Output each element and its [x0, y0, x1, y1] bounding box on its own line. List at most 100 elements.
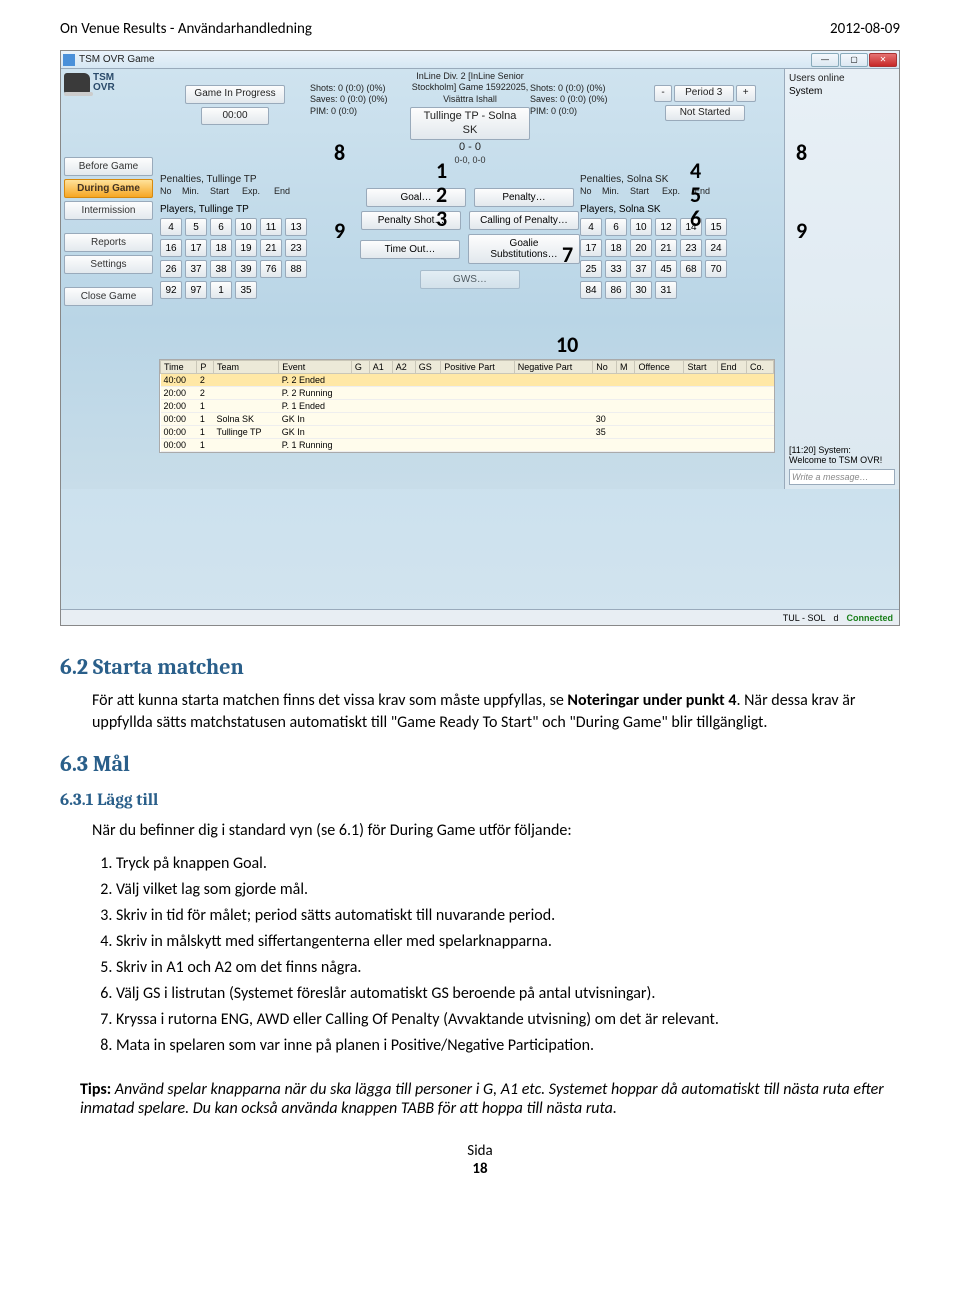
event-log-col: A2 — [392, 361, 415, 374]
player-number-button[interactable]: 68 — [680, 260, 702, 278]
maximize-button[interactable]: ▢ — [840, 53, 868, 67]
event-log-row[interactable]: 20:002P. 2 Running — [161, 387, 774, 400]
penalty-shot-button[interactable]: Penalty Shot… — [361, 211, 461, 230]
player-number-button[interactable]: 23 — [285, 239, 307, 257]
player-number-button[interactable]: 18 — [210, 239, 232, 257]
player-number-button[interactable]: 12 — [655, 218, 677, 236]
player-number-button[interactable]: 76 — [260, 260, 282, 278]
player-number-button[interactable]: 21 — [260, 239, 282, 257]
timeout-button[interactable]: Time Out… — [360, 240, 460, 259]
annotation-10: 10 — [556, 331, 578, 358]
event-log-col: Event — [279, 361, 352, 374]
player-number-button[interactable]: 19 — [235, 239, 257, 257]
saves-away: Saves: 0 (0:0) (0%) — [530, 94, 630, 105]
doc-header-right: 2012-08-09 — [830, 20, 900, 38]
event-log-col: End — [717, 361, 746, 374]
event-log-row[interactable]: 00:001Solna SKGK In30 — [161, 413, 774, 426]
player-number-button[interactable]: 24 — [705, 239, 727, 257]
player-number-button[interactable]: 31 — [655, 281, 677, 299]
player-number-button[interactable]: 86 — [605, 281, 627, 299]
player-number-button[interactable]: 13 — [285, 218, 307, 236]
player-number-button[interactable]: 1 — [210, 281, 232, 299]
game-clock-button[interactable]: 00:00 — [201, 107, 268, 126]
period-prev-button[interactable]: - — [654, 85, 671, 102]
para-6-3-1-intro: När du befinner dig i standard vyn (se 6… — [92, 820, 900, 842]
player-number-button[interactable]: 23 — [680, 239, 702, 257]
not-started-button[interactable]: Not Started — [665, 105, 745, 122]
player-number-button[interactable]: 11 — [260, 218, 282, 236]
player-number-button[interactable]: 38 — [210, 260, 232, 278]
event-log-col: Negative Part — [514, 361, 593, 374]
game-status-button[interactable]: Game In Progress — [185, 85, 284, 104]
message-input[interactable]: Write a message… — [789, 469, 895, 485]
goalie-sub-button[interactable]: Goalie Substitutions… — [468, 234, 580, 264]
player-number-button[interactable]: 16 — [160, 239, 182, 257]
heading-6-3-1: 6.3.1 Lägg till — [60, 791, 900, 810]
event-log-row[interactable]: 20:001P. 1 Ended — [161, 400, 774, 413]
nav-close-game[interactable]: Close Game — [64, 287, 153, 306]
player-number-button[interactable]: 84 — [580, 281, 602, 299]
window-controls: — ▢ ✕ — [810, 53, 897, 67]
goal-button[interactable]: Goal… — [366, 188, 466, 207]
player-number-button[interactable]: 21 — [655, 239, 677, 257]
player-number-button[interactable]: 14 — [680, 218, 702, 236]
event-log-col: M — [616, 361, 635, 374]
player-number-button[interactable]: 20 — [630, 239, 652, 257]
event-log-row[interactable]: 00:001P. 1 Running — [161, 439, 774, 452]
player-number-button[interactable]: 39 — [235, 260, 257, 278]
player-number-button[interactable]: 18 — [605, 239, 627, 257]
player-number-button[interactable]: 10 — [630, 218, 652, 236]
player-number-button[interactable]: 17 — [185, 239, 207, 257]
calling-of-penalty-button[interactable]: Calling of Penalty… — [469, 211, 579, 230]
event-log-col: No — [593, 361, 617, 374]
player-number-button[interactable]: 6 — [210, 218, 232, 236]
event-log-col: Co. — [747, 361, 774, 374]
para-6-2: För att kunna starta matchen finns det v… — [92, 690, 900, 733]
saves-home: Saves: 0 (0:0) (0%) — [310, 94, 410, 105]
player-number-button[interactable]: 37 — [630, 260, 652, 278]
step-4: Skriv in målskytt med siffertangenterna … — [116, 930, 900, 954]
event-log-row[interactable]: 40:002P. 2 Ended — [161, 374, 774, 387]
brand: TSMOVR — [64, 73, 153, 93]
player-number-button[interactable]: 92 — [160, 281, 182, 299]
nav-during-game[interactable]: During Game — [64, 179, 153, 198]
step-8: Mata in spelaren som var inne på planen … — [116, 1034, 900, 1058]
gws-button[interactable]: GWS… — [420, 270, 520, 289]
player-number-button[interactable]: 26 — [160, 260, 182, 278]
player-number-button[interactable]: 45 — [655, 260, 677, 278]
matchup-button[interactable]: Tullinge TP - Solna SK — [410, 107, 530, 141]
heading-6-3: 6.3 Mål — [60, 751, 900, 777]
nav-reports[interactable]: Reports — [64, 233, 153, 252]
player-number-button[interactable]: 33 — [605, 260, 627, 278]
minimize-button[interactable]: — — [811, 53, 839, 67]
system-message-body: Welcome to TSM OVR! — [789, 455, 895, 465]
penalty-button[interactable]: Penalty… — [474, 188, 574, 207]
player-number-button[interactable]: 70 — [705, 260, 727, 278]
player-number-button[interactable]: 4 — [580, 218, 602, 236]
event-log: TimePTeamEventGA1A2GSPositive PartNegati… — [159, 359, 775, 453]
users-online-system: System — [789, 86, 895, 97]
player-number-button[interactable]: 25 — [580, 260, 602, 278]
nav-intermission[interactable]: Intermission — [64, 201, 153, 220]
player-number-button[interactable]: 30 — [630, 281, 652, 299]
period-label-button[interactable]: Period 3 — [674, 85, 734, 102]
player-number-button[interactable]: 88 — [285, 260, 307, 278]
doc-header: On Venue Results - Användarhandledning 2… — [60, 20, 900, 38]
period-next-button[interactable]: + — [736, 85, 756, 102]
close-window-button[interactable]: ✕ — [869, 53, 897, 67]
doc-header-left: On Venue Results - Användarhandledning — [60, 20, 312, 38]
player-number-button[interactable]: 4 — [160, 218, 182, 236]
player-number-button[interactable]: 10 — [235, 218, 257, 236]
player-number-button[interactable]: 15 — [705, 218, 727, 236]
event-log-row[interactable]: 00:001Tullinge TPGK In35 — [161, 426, 774, 439]
player-number-button[interactable]: 6 — [605, 218, 627, 236]
player-number-button[interactable]: 37 — [185, 260, 207, 278]
player-number-button[interactable]: 35 — [235, 281, 257, 299]
event-log-col: GS — [415, 361, 441, 374]
player-number-button[interactable]: 5 — [185, 218, 207, 236]
skate-icon — [64, 73, 90, 93]
nav-before-game[interactable]: Before Game — [64, 157, 153, 176]
player-number-button[interactable]: 17 — [580, 239, 602, 257]
nav-settings[interactable]: Settings — [64, 255, 153, 274]
player-number-button[interactable]: 97 — [185, 281, 207, 299]
